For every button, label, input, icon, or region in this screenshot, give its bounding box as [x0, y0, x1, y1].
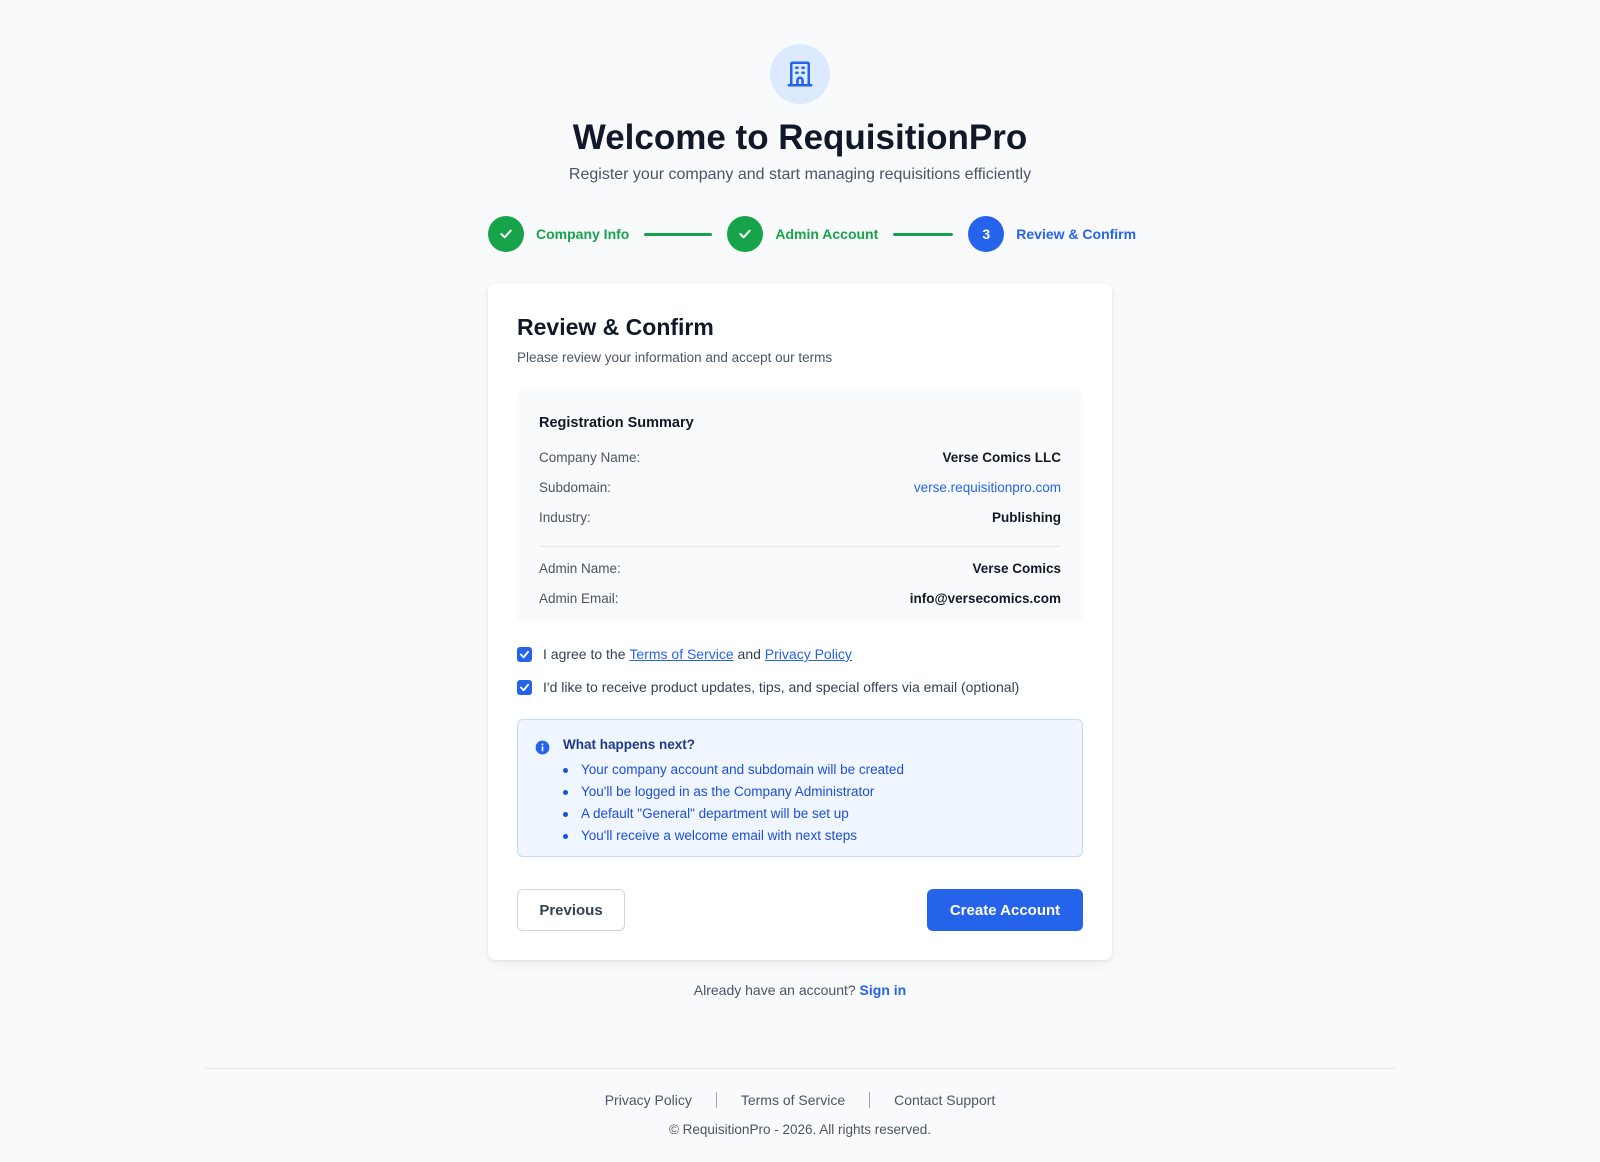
step-3-label: Review & Confirm [1016, 226, 1137, 242]
terms-of-service-link[interactable]: Terms of Service [629, 646, 733, 662]
summary-title: Registration Summary [539, 415, 694, 431]
summary-row-industry: Industry: Publishing [539, 509, 1061, 527]
step-connector [893, 232, 954, 236]
card-subtitle: Please review your information and accep… [517, 350, 833, 365]
summary-label: Admin Name: [539, 561, 621, 576]
summary-label: Industry: [539, 510, 591, 525]
summary-label: Company Name: [539, 450, 641, 465]
summary-row-admin-name: Admin Name: Verse Comics [539, 560, 1061, 578]
privacy-policy-link[interactable]: Privacy Policy [765, 646, 852, 662]
progress-stepper: Company Info Admin Account 3 Review & Co… [488, 216, 1136, 252]
summary-divider [539, 546, 1061, 547]
terms-conjunction: and [737, 646, 761, 662]
summary-value: Verse Comics LLC [942, 450, 1061, 465]
copyright: © RequisitionPro - 2026. All rights rese… [668, 1122, 932, 1137]
check-icon [519, 683, 530, 691]
list-item: A default "General" department will be s… [563, 803, 904, 825]
check-icon [739, 229, 752, 239]
step-1-label: Company Info [536, 226, 630, 242]
create-account-button[interactable]: Create Account [927, 889, 1083, 931]
summary-label: Subdomain: [539, 480, 612, 495]
bullet [563, 767, 568, 773]
summary-value: Verse Comics [972, 561, 1061, 576]
list-item: You'll be logged in as the Company Admin… [563, 781, 904, 803]
registration-page: Welcome to RequisitionPro Register your … [0, 0, 1600, 1162]
footer-terms-link[interactable]: Terms of Service [741, 1092, 845, 1108]
summary-value: Publishing [992, 510, 1061, 525]
next-steps-list: Your company account and subdomain will … [563, 759, 904, 847]
list-item-text: You'll be logged in as the Company Admin… [581, 784, 875, 799]
footer-links: Privacy Policy Terms of Service Contact … [0, 1092, 1600, 1108]
card-title: Review & Confirm [517, 314, 714, 340]
page-title: Welcome to RequisitionPro [572, 118, 1028, 157]
signin-prompt: Already have an account? Sign in [0, 982, 1600, 998]
registration-summary: Registration Summary Company Name: Verse… [517, 391, 1083, 621]
next-steps-info-box: What happens next? Your company account … [517, 719, 1083, 857]
list-item: Your company account and subdomain will … [563, 759, 904, 781]
summary-row-company-name: Company Name: Verse Comics LLC [539, 449, 1061, 467]
info-title: What happens next? [563, 737, 696, 752]
step-2-complete-badge [727, 216, 764, 252]
terms-prefix: I agree to the [543, 646, 626, 662]
marketing-label: I'd like to receive product updates, tip… [543, 679, 1020, 695]
list-item: You'll receive a welcome email with next… [563, 825, 904, 847]
summary-label: Admin Email: [539, 591, 619, 606]
review-card: Review & Confirm Please review your info… [488, 284, 1112, 960]
marketing-opt-in-row: I'd like to receive product updates, tip… [517, 679, 1019, 695]
summary-row-subdomain: Subdomain: verse.requisitionpro.com [539, 479, 1061, 497]
summary-row-admin-email: Admin Email: info@versecomics.com [539, 590, 1061, 608]
info-icon [535, 740, 550, 755]
step-3-number-badge: 3 [968, 216, 1005, 252]
signin-prompt-text: Already have an account? [693, 982, 856, 998]
step-1-complete-badge [488, 216, 524, 252]
check-icon [519, 650, 530, 658]
previous-button[interactable]: Previous [517, 889, 625, 931]
footer-privacy-link[interactable]: Privacy Policy [605, 1092, 692, 1108]
footer-separator [869, 1092, 871, 1108]
footer-divider [205, 1068, 1395, 1069]
bullet [563, 789, 568, 795]
check-icon [500, 229, 512, 239]
summary-value: info@versecomics.com [909, 591, 1061, 606]
sign-in-link[interactable]: Sign in [860, 982, 907, 998]
page-subtitle: Register your company and start managing… [568, 166, 1032, 183]
bullet [563, 833, 568, 839]
list-item-text: Your company account and subdomain will … [581, 762, 904, 777]
bullet [563, 811, 568, 817]
terms-agreement-row: I agree to the Terms of Service and Priv… [517, 646, 852, 662]
terms-checkbox[interactable] [517, 646, 532, 662]
subdomain-value: verse.requisitionpro.com [913, 480, 1061, 495]
step-connector [644, 232, 713, 236]
footer-contact-link[interactable]: Contact Support [894, 1092, 995, 1108]
marketing-checkbox[interactable] [517, 679, 532, 695]
list-item-text: You'll receive a welcome email with next… [581, 828, 857, 843]
logo-badge [770, 44, 830, 104]
step-2-label: Admin Account [775, 226, 879, 242]
footer-separator [715, 1092, 717, 1108]
building-icon [787, 61, 813, 87]
list-item-text: A default "General" department will be s… [581, 806, 849, 821]
